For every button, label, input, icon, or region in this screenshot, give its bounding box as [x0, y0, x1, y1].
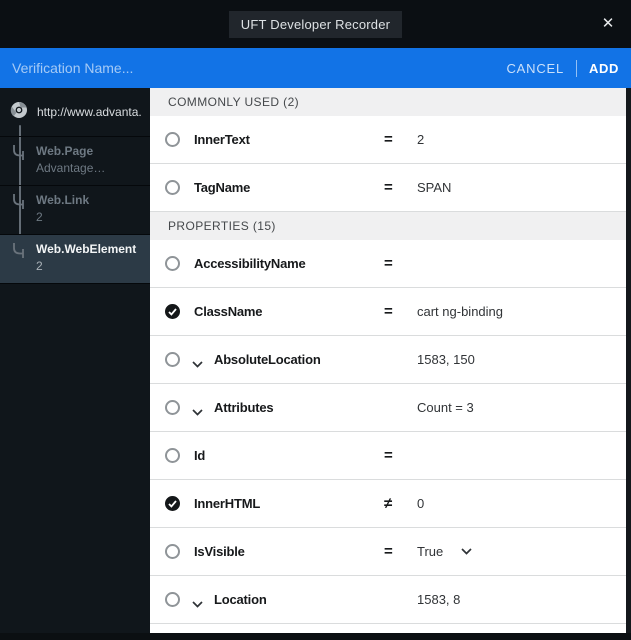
- property-row-classname: ClassName = cart ng-binding: [150, 288, 626, 336]
- property-value-text: SPAN: [417, 180, 452, 195]
- property-name: ClassName: [194, 304, 263, 319]
- property-row-absolutelocation: AbsoluteLocation 1583, 150: [150, 336, 626, 384]
- tree-item-label: Web.Link: [36, 193, 90, 207]
- property-value-text: 2: [417, 132, 425, 147]
- uft-recorder-window: UFT Developer Recorder ✕ CANCEL ADD: [0, 0, 631, 640]
- property-row-accessibilityname: AccessibilityName =: [150, 240, 626, 288]
- property-value-text: Count = 3: [417, 400, 474, 415]
- property-value: SPAN: [417, 180, 451, 195]
- verification-actions: CANCEL ADD: [506, 59, 619, 77]
- chevron-down-icon: [192, 601, 203, 608]
- close-icon[interactable]: ✕: [596, 12, 620, 36]
- property-checkbox[interactable]: [165, 132, 180, 147]
- property-name: AccessibilityName: [194, 256, 306, 271]
- property-row-innertext: InnerText = 2: [150, 116, 626, 164]
- tree-branch-icon: [13, 145, 24, 160]
- tree-item-label: Web.Page: [36, 144, 94, 158]
- chevron-down-icon: [192, 361, 203, 368]
- property-checkbox[interactable]: [165, 304, 180, 319]
- operator[interactable]: =: [384, 179, 393, 196]
- property-value: Count = 3: [417, 400, 474, 415]
- property-checkbox[interactable]: [165, 448, 180, 463]
- expand-chevron[interactable]: [192, 355, 203, 373]
- properties-panel: COMMONLY USED (2) InnerText = 2 TagName = SPAN…: [150, 88, 631, 633]
- property-value-text: 1583, 150: [417, 352, 475, 367]
- bottom-edge-bar: [0, 633, 631, 640]
- property-value[interactable]: True: [417, 544, 472, 559]
- expand-chevron[interactable]: [192, 595, 203, 613]
- verification-bar: CANCEL ADD: [0, 48, 631, 88]
- property-value-text: 1583, 8: [417, 592, 461, 607]
- property-name: Id: [194, 448, 206, 463]
- value-dropdown-chevron[interactable]: [461, 548, 472, 555]
- property-row-id: Id =: [150, 432, 626, 480]
- operator[interactable]: ≠: [384, 495, 392, 512]
- chevron-down-icon: [461, 548, 472, 555]
- expand-chevron[interactable]: [192, 403, 203, 421]
- sidebar-item-web-page[interactable]: Web.Page Advantage…: [0, 137, 150, 186]
- property-name: IsVisible: [194, 544, 245, 559]
- tree-item-label: Web.WebElement: [36, 242, 137, 256]
- action-divider: [576, 59, 578, 77]
- property-value-text: True: [417, 544, 444, 559]
- operator[interactable]: =: [384, 543, 393, 560]
- tree-branch-icon: [13, 194, 24, 209]
- property-name: InnerText: [194, 132, 250, 147]
- check-icon: [168, 308, 177, 316]
- property-row-tagname: TagName = SPAN: [150, 164, 626, 212]
- property-name: Location: [214, 592, 267, 607]
- operator[interactable]: =: [384, 255, 393, 272]
- property-checkbox[interactable]: [165, 256, 180, 271]
- property-value: 1583, 150: [417, 352, 475, 367]
- property-value-text: 0: [417, 496, 425, 511]
- chevron-down-icon: [192, 409, 203, 416]
- cancel-button[interactable]: CANCEL: [506, 61, 564, 76]
- property-value: 0: [417, 496, 424, 511]
- tree-item-subtitle: 2: [36, 210, 43, 224]
- property-row-isvisible: IsVisible = True: [150, 528, 626, 576]
- tree-root-url: http://www.advanta...: [37, 105, 142, 119]
- check-icon: [168, 500, 177, 508]
- property-name: AbsoluteLocation: [214, 352, 321, 367]
- verification-name-input[interactable]: [12, 60, 507, 76]
- add-button[interactable]: ADD: [589, 61, 619, 76]
- property-checkbox[interactable]: [165, 400, 180, 415]
- property-name: InnerHTML: [194, 496, 261, 511]
- sidebar-item-web-webelement[interactable]: Web.WebElement 2: [0, 235, 150, 284]
- property-checkbox[interactable]: [165, 352, 180, 367]
- tree-item-subtitle: 2: [36, 259, 43, 273]
- property-checkbox[interactable]: [165, 496, 180, 511]
- tree-item-subtitle: Advantage…: [36, 161, 106, 175]
- tree-branch-icon: [13, 243, 24, 258]
- property-row-location: Location 1583, 8: [150, 576, 626, 624]
- chrome-icon: [10, 101, 28, 124]
- sidebar-item-web-link[interactable]: Web.Link 2: [0, 186, 150, 235]
- object-tree-sidebar: http://www.advanta... Web.Page Advantage……: [0, 88, 150, 633]
- property-row-attributes: Attributes Count = 3: [150, 384, 626, 432]
- operator[interactable]: =: [384, 131, 393, 148]
- section-header: PROPERTIES (15): [150, 212, 626, 240]
- window-title: UFT Developer Recorder: [228, 10, 403, 38]
- titlebar: UFT Developer Recorder ✕: [0, 0, 631, 48]
- tree-root-item[interactable]: http://www.advanta...: [0, 88, 150, 137]
- property-row-innerhtml: InnerHTML ≠ 0: [150, 480, 626, 528]
- body: http://www.advanta... Web.Page Advantage……: [0, 88, 631, 633]
- property-checkbox[interactable]: [165, 592, 180, 607]
- property-checkbox[interactable]: [165, 544, 180, 559]
- property-value-text: cart ng-binding: [417, 304, 503, 319]
- property-value: cart ng-binding: [417, 304, 503, 319]
- operator[interactable]: =: [384, 303, 393, 320]
- property-value: 1583, 8: [417, 592, 460, 607]
- property-checkbox[interactable]: [165, 180, 180, 195]
- section-header: COMMONLY USED (2): [150, 88, 626, 116]
- operator[interactable]: =: [384, 447, 393, 464]
- property-name: Attributes: [214, 400, 274, 415]
- property-value: 2: [417, 132, 424, 147]
- property-name: TagName: [194, 180, 251, 195]
